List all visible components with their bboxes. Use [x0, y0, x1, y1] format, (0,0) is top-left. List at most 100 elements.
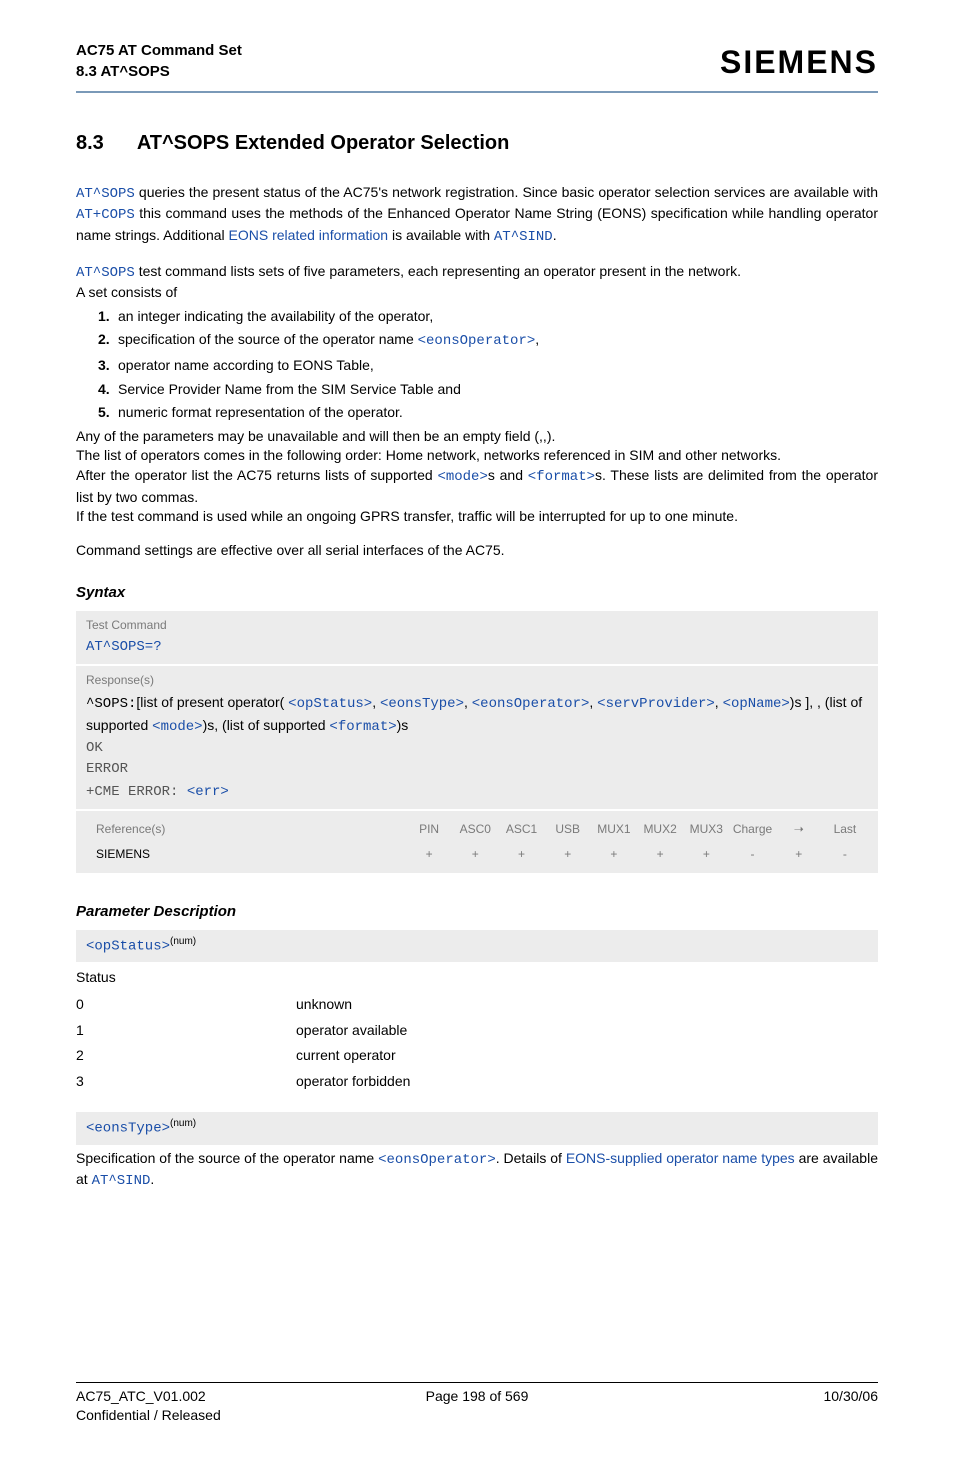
list-item: 2.specification of the source of the ope…	[98, 330, 878, 352]
response-cme: +CME ERROR: <err>	[86, 780, 868, 803]
resp-t1: [list of present operator(	[136, 694, 288, 710]
val-last: -	[822, 842, 868, 867]
opstatus-name: <opStatus>	[86, 939, 170, 955]
mode-link-2[interactable]: <mode>	[152, 719, 202, 735]
test-command-value: AT^SOPS=?	[86, 638, 868, 658]
footer-left: AC75_ATC_V01.002 Confidential / Released	[76, 1387, 343, 1426]
resp-t3: )s, (list of supported	[203, 717, 330, 733]
format-link-2[interactable]: <format>	[329, 719, 396, 735]
val-charge: -	[729, 842, 775, 867]
col-last: Last	[822, 817, 868, 842]
section-number: 8.3	[76, 129, 132, 157]
val-pin: +	[406, 842, 452, 867]
table-row: 2current operator	[76, 1043, 878, 1069]
et-b: . Details of	[496, 1150, 566, 1166]
at-sind-link[interactable]: AT^SIND	[494, 229, 553, 245]
list-item: 1.an integer indicating the availability…	[98, 307, 878, 327]
row-val: 2	[76, 1046, 296, 1066]
p6a: After the operator list the AC75 returns…	[76, 467, 437, 483]
val-usb: +	[545, 842, 591, 867]
row-val: 1	[76, 1021, 296, 1041]
err-link[interactable]: <err>	[187, 784, 229, 800]
row-desc: operator available	[296, 1021, 407, 1041]
eonsoperator-link-2[interactable]: <eonsOperator>	[378, 1152, 496, 1168]
response-line-1: ^SOPS:[list of present operator( <opStat…	[86, 692, 868, 738]
at-sops-link-2[interactable]: AT^SOPS	[76, 265, 135, 281]
row-val: 0	[76, 995, 296, 1015]
serial-note: Command settings are effective over all …	[76, 541, 878, 561]
page-footer: AC75_ATC_V01.002 Confidential / Released…	[76, 1387, 878, 1426]
doc-title: AC75 AT Command Set	[76, 40, 242, 61]
gprs-note: If the test command is used while an ong…	[76, 507, 878, 527]
opstatus-table: Status 0unknown 1operator available 2cur…	[76, 968, 878, 1094]
reference-table: Reference(s) PIN ASC0 ASC1 USB MUX1 MUX2…	[76, 811, 878, 873]
list-item: 5.numeric format representation of the o…	[98, 403, 878, 423]
c1: ,	[372, 694, 380, 710]
li-text-b: ,	[535, 331, 539, 347]
table-row: 1operator available	[76, 1018, 878, 1044]
footer-rule	[76, 1382, 878, 1383]
mode-format-line: After the operator list the AC75 returns…	[76, 466, 878, 507]
test-command-label: Test Command	[86, 617, 868, 634]
opstatus-header: <opStatus>(num)	[76, 930, 878, 962]
at-cops-link[interactable]: AT+COPS	[76, 207, 135, 223]
response-box: Response(s) ^SOPS:[list of present opera…	[76, 666, 878, 810]
param-desc-heading: Parameter Description	[76, 901, 878, 922]
at-sops-link[interactable]: AT^SOPS	[76, 186, 135, 202]
section-title-text: AT^SOPS Extended Operator Selection	[137, 132, 510, 154]
table-row: 3operator forbidden	[76, 1069, 878, 1095]
at-sind-link-2[interactable]: AT^SIND	[92, 1173, 151, 1189]
response-ok: OK	[86, 738, 868, 759]
empty-field-note: Any of the parameters may be unavailable…	[76, 427, 878, 447]
test-command-box: Test Command AT^SOPS=?	[76, 611, 878, 663]
intro-paragraph: AT^SOPS queries the present status of th…	[76, 183, 878, 248]
resp-prefix: ^SOPS:	[86, 696, 136, 712]
opname-link[interactable]: <opName>	[723, 696, 790, 712]
eonsoperator-link[interactable]: <eonsOperator>	[472, 696, 590, 712]
header-rule	[76, 91, 878, 93]
brand-logo: SIEMENS	[720, 40, 878, 85]
val-mux1: +	[591, 842, 637, 867]
testcmd-text: test command lists sets of five paramete…	[135, 263, 741, 279]
col-usb: USB	[545, 817, 591, 842]
operator-order: The list of operators comes in the follo…	[76, 446, 878, 466]
page-header: AC75 AT Command Set 8.3 AT^SOPS SIEMENS	[76, 40, 878, 85]
col-mux2: MUX2	[637, 817, 683, 842]
eonstype-link[interactable]: <eonsType>	[380, 696, 464, 712]
intro-text-1d: .	[553, 227, 557, 243]
eons-types-link[interactable]: EONS-supplied operator name types	[566, 1150, 795, 1166]
p6b: s and	[488, 467, 528, 483]
footer-right: 10/30/06	[611, 1387, 878, 1426]
response-error: ERROR	[86, 759, 868, 780]
response-label: Response(s)	[86, 672, 868, 689]
li-text: numeric format representation of the ope…	[118, 404, 403, 420]
row-desc: operator forbidden	[296, 1072, 410, 1092]
intro-text-1a: queries the present status of the AC75's…	[135, 184, 878, 200]
header-left: AC75 AT Command Set 8.3 AT^SOPS	[76, 40, 242, 82]
val-mux2: +	[637, 842, 683, 867]
col-asc1: ASC1	[498, 817, 544, 842]
col-charge: Charge	[729, 817, 775, 842]
row-desc: current operator	[296, 1046, 396, 1066]
c2: ,	[464, 694, 472, 710]
col-mux1: MUX1	[591, 817, 637, 842]
eons-info-link[interactable]: EONS related information	[229, 227, 389, 243]
col-asc0: ASC0	[452, 817, 498, 842]
c3: ,	[589, 694, 597, 710]
format-link[interactable]: <format>	[528, 469, 595, 485]
eons-operator-link[interactable]: <eonsOperator>	[418, 333, 536, 349]
servprovider-link[interactable]: <servProvider>	[597, 696, 715, 712]
mode-link[interactable]: <mode>	[437, 469, 487, 485]
val-asc1: +	[498, 842, 544, 867]
et-a: Specification of the source of the opera…	[76, 1150, 378, 1166]
set-list: 1.an integer indicating the availability…	[76, 307, 878, 423]
list-item: 3.operator name according to EONS Table,	[98, 356, 878, 376]
li-text: operator name according to EONS Table,	[118, 357, 374, 373]
li-text: specification of the source of the opera…	[118, 331, 418, 347]
opstatus-link[interactable]: <opStatus>	[288, 696, 372, 712]
set-consists: A set consists of	[76, 283, 878, 303]
col-mux3: MUX3	[683, 817, 729, 842]
row-desc: unknown	[296, 995, 352, 1015]
li-text: an integer indicating the availability o…	[118, 308, 433, 324]
eonstype-header: <eonsType>(num)	[76, 1112, 878, 1144]
